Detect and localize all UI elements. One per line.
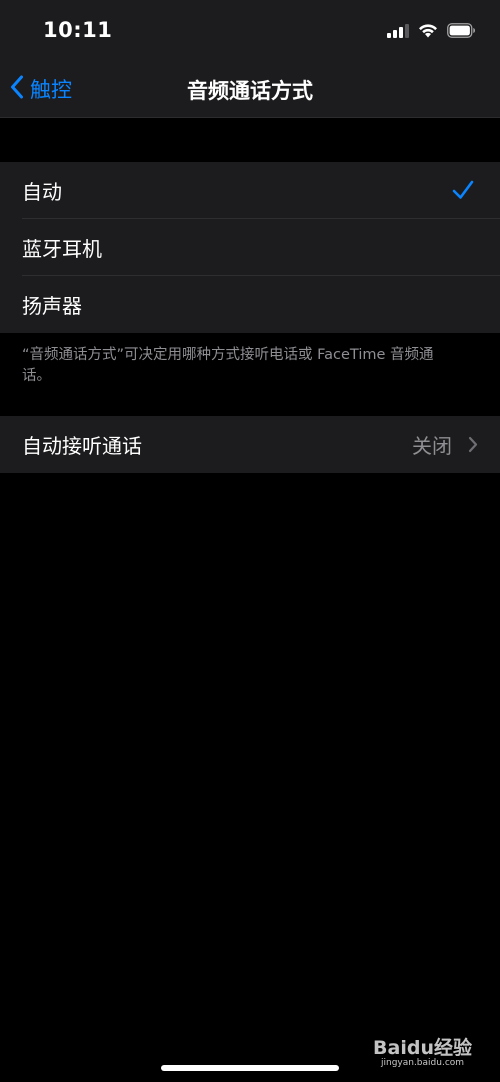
navigation-bar: 触控 音频通话方式 <box>0 62 500 118</box>
routing-footer-description: “音频通话方式”可决定用哪种方式接听电话或 FaceTime 音频通话。 <box>22 347 434 384</box>
status-bar: 10:11 <box>0 0 500 62</box>
checkmark-icon <box>452 180 474 204</box>
page-title: 音频通话方式 <box>187 79 313 103</box>
auto-answer-group: 自动接听通话 关闭 <box>0 416 500 473</box>
routing-options-group: 自动 蓝牙耳机 扬声器 <box>0 162 500 333</box>
auto-answer-value: 关闭 <box>412 434 452 458</box>
auto-answer-row[interactable]: 自动接听通话 关闭 <box>0 416 500 473</box>
status-icons <box>387 21 476 43</box>
watermark-logo: Baidu经验 <box>373 1037 472 1059</box>
routing-option-bluetooth[interactable]: 蓝牙耳机 <box>0 219 500 276</box>
routing-option-label: 扬声器 <box>22 294 82 318</box>
routing-option-speaker[interactable]: 扬声器 <box>0 276 500 333</box>
wifi-icon <box>418 23 438 42</box>
routing-option-label: 自动 <box>22 180 62 204</box>
routing-option-label: 蓝牙耳机 <box>22 237 102 261</box>
cellular-signal-icon <box>387 23 409 42</box>
chevron-right-icon <box>468 436 478 457</box>
home-indicator[interactable] <box>161 1065 339 1071</box>
auto-answer-label: 自动接听通话 <box>22 434 142 458</box>
watermark-url: jingyan.baidu.com <box>380 1058 465 1068</box>
battery-icon <box>447 22 476 42</box>
status-time: 10:11 <box>43 18 113 42</box>
baidu-jingyan-watermark: Baidu经验 jingyan.baidu.com <box>373 1033 472 1068</box>
routing-option-auto[interactable]: 自动 <box>0 162 500 219</box>
